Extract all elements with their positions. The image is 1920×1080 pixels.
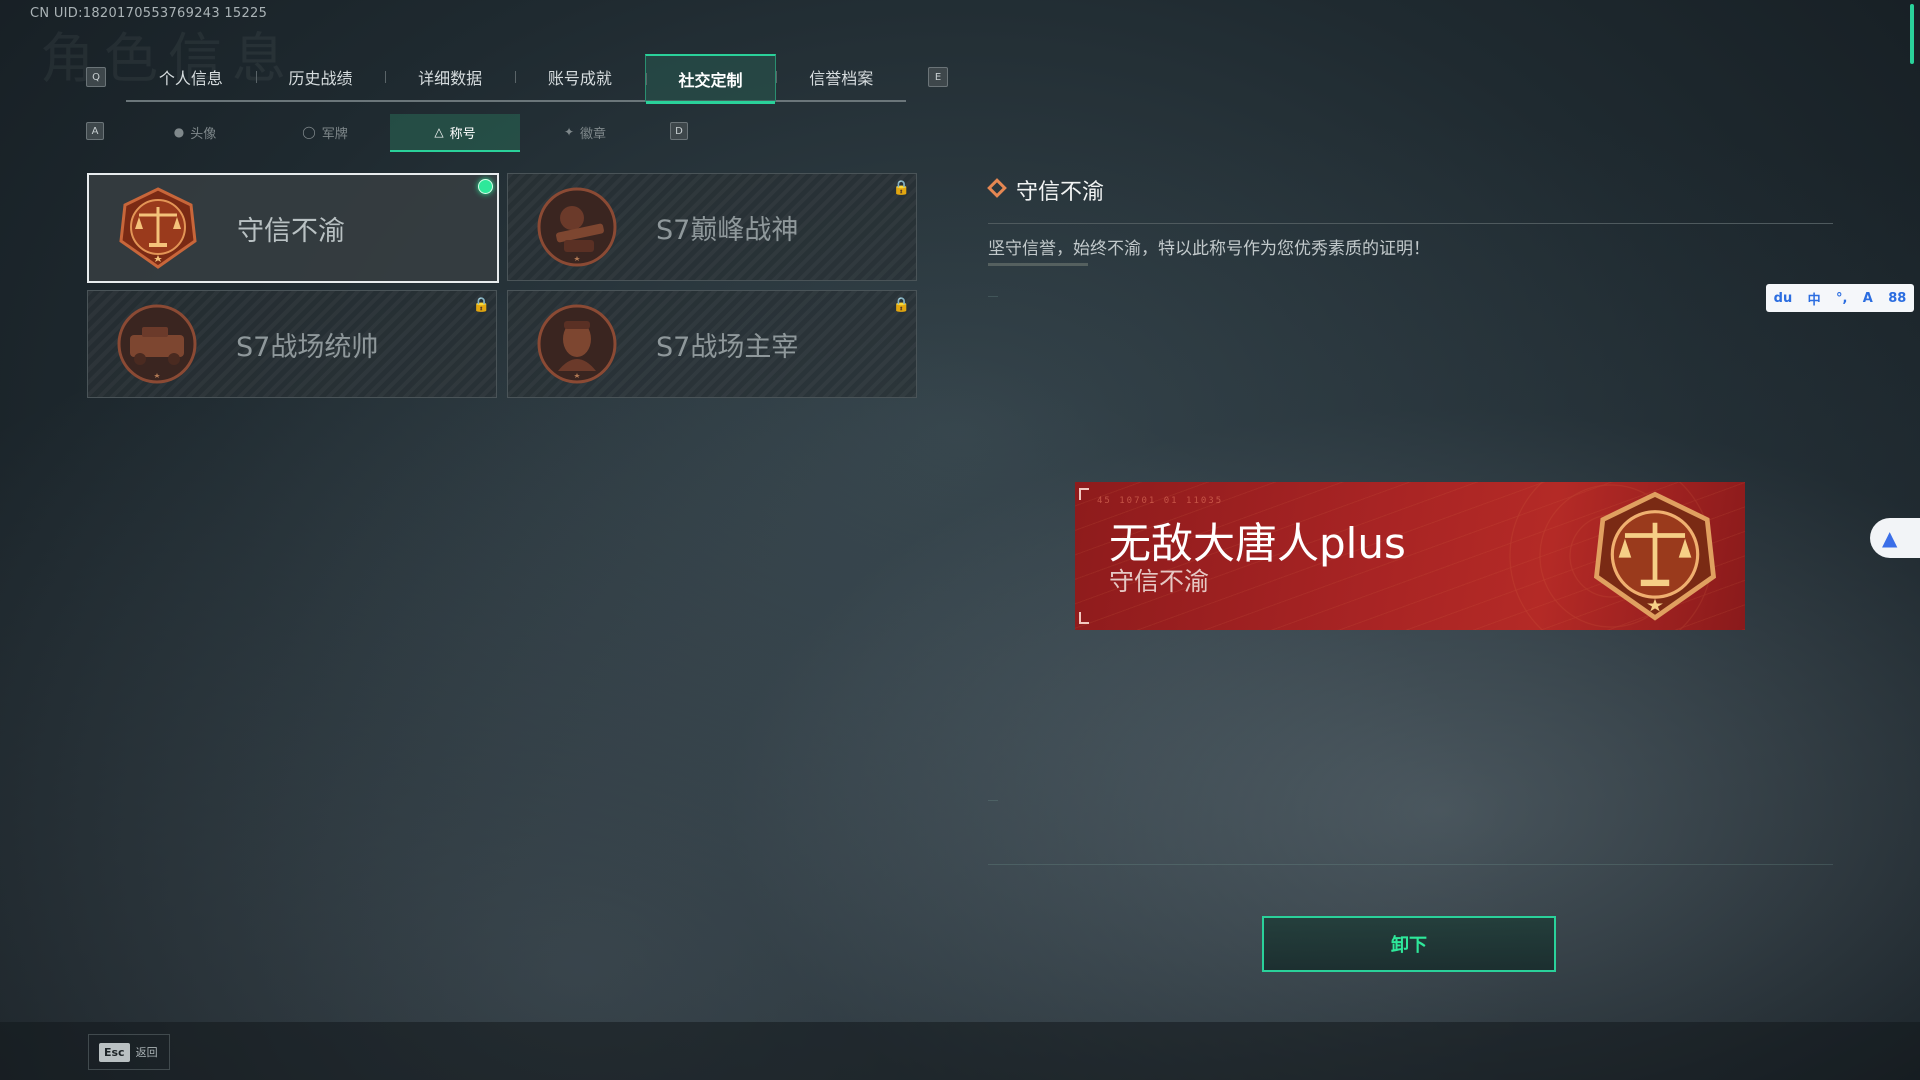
ime-logo-icon[interactable]: du xyxy=(1774,291,1793,306)
assistant-icon: ▲ xyxy=(1882,526,1898,550)
dogtag-icon: ◯ xyxy=(302,125,316,139)
subtab-title[interactable]: △ 称号 xyxy=(390,114,520,152)
assistant-side-button[interactable]: ▲ xyxy=(1870,518,1920,558)
ime-punct-toggle[interactable]: °, xyxy=(1836,291,1847,306)
title-banner-preview: 45 10701 01 11035 无敌大唐人plus 守信不渝 xyxy=(1075,482,1745,630)
diamond-icon xyxy=(987,178,1007,198)
lock-icon: 🔒 xyxy=(892,180,910,196)
detail-title: 守信不渝 xyxy=(1016,180,1105,205)
detail-description: 坚守信誉，始终不渝，特以此称号作为您优秀素质的证明！ xyxy=(988,239,1430,259)
unequip-button[interactable]: 卸下 xyxy=(1262,916,1556,972)
gunner-emblem-icon xyxy=(537,187,617,267)
tab-detailed-stats[interactable]: 详细数据 xyxy=(385,54,515,100)
key-hint-q: Q xyxy=(86,67,106,87)
ime-menu-icon[interactable]: 88 xyxy=(1888,291,1906,306)
back-button[interactable]: Esc 返回 xyxy=(88,1034,170,1070)
subtab-avatar[interactable]: ● 头像 xyxy=(130,114,260,150)
subtab-dogtag[interactable]: ◯ 军牌 xyxy=(260,114,390,150)
corner-mark xyxy=(988,800,998,801)
title-card-s7-peak[interactable]: S7巅峰战神 🔒 xyxy=(507,173,917,281)
person-icon: ● xyxy=(173,125,185,139)
esc-key-hint: Esc xyxy=(99,1042,130,1062)
vehicle-emblem-icon xyxy=(117,304,197,384)
title-card-label: S7战场主宰 xyxy=(656,332,799,363)
lock-icon: 🔒 xyxy=(892,297,910,313)
title-icon: △ xyxy=(434,125,444,139)
tab-personal-info[interactable]: 个人信息 xyxy=(126,54,256,100)
title-card-label: 守信不渝 xyxy=(237,216,345,247)
back-label: 返回 xyxy=(135,1046,158,1059)
title-card-s7-commander[interactable]: S7战场统帅 🔒 xyxy=(87,290,497,398)
tab-reputation[interactable]: 信誉档案 xyxy=(776,54,906,100)
tab-achievements[interactable]: 账号成就 xyxy=(515,54,645,100)
key-hint-a: A xyxy=(86,122,104,140)
title-card-s7-dominator[interactable]: S7战场主宰 🔒 xyxy=(507,290,917,398)
scales-emblem-icon xyxy=(119,187,197,269)
bottom-bar xyxy=(0,1022,1920,1080)
commander-emblem-icon xyxy=(537,304,617,384)
scales-emblem-icon xyxy=(1593,491,1717,621)
title-card-label: S7巅峰战神 xyxy=(656,215,799,246)
ime-toolbar[interactable]: du 中 °, A 88 xyxy=(1766,284,1914,312)
tab-match-history[interactable]: 历史战绩 xyxy=(255,54,386,100)
corner-mark xyxy=(988,296,998,297)
key-hint-e: E xyxy=(928,67,948,87)
title-card-shouxin[interactable]: 守信不渝 xyxy=(87,173,499,283)
sub-tab-bar: ● 头像 ◯ 军牌 △ 称号 ✦ 徽章 xyxy=(130,114,650,152)
divider xyxy=(988,223,1833,224)
banner-codes: 45 10701 01 11035 xyxy=(1097,496,1224,506)
lock-icon: 🔒 xyxy=(472,297,490,313)
badge-icon: ✦ xyxy=(563,125,575,139)
banner-title: 守信不渝 xyxy=(1109,567,1210,596)
key-hint-d: D xyxy=(670,122,688,140)
corner-bracket xyxy=(1079,488,1089,500)
main-tab-bar: 个人信息 历史战绩 详细数据 账号成就 社交定制 信誉档案 xyxy=(126,54,906,104)
divider xyxy=(988,864,1833,865)
progress-deco xyxy=(988,263,1088,266)
equipped-indicator xyxy=(478,179,493,194)
subtab-badge[interactable]: ✦ 徽章 xyxy=(520,114,650,150)
ime-skin-icon[interactable]: A xyxy=(1863,291,1873,306)
title-card-label: S7战场统帅 xyxy=(236,332,379,363)
scroll-indicator[interactable] xyxy=(1910,4,1914,64)
tab-social-custom[interactable]: 社交定制 xyxy=(644,54,777,104)
corner-bracket xyxy=(1079,612,1089,624)
ime-lang-toggle[interactable]: 中 xyxy=(1808,289,1821,308)
